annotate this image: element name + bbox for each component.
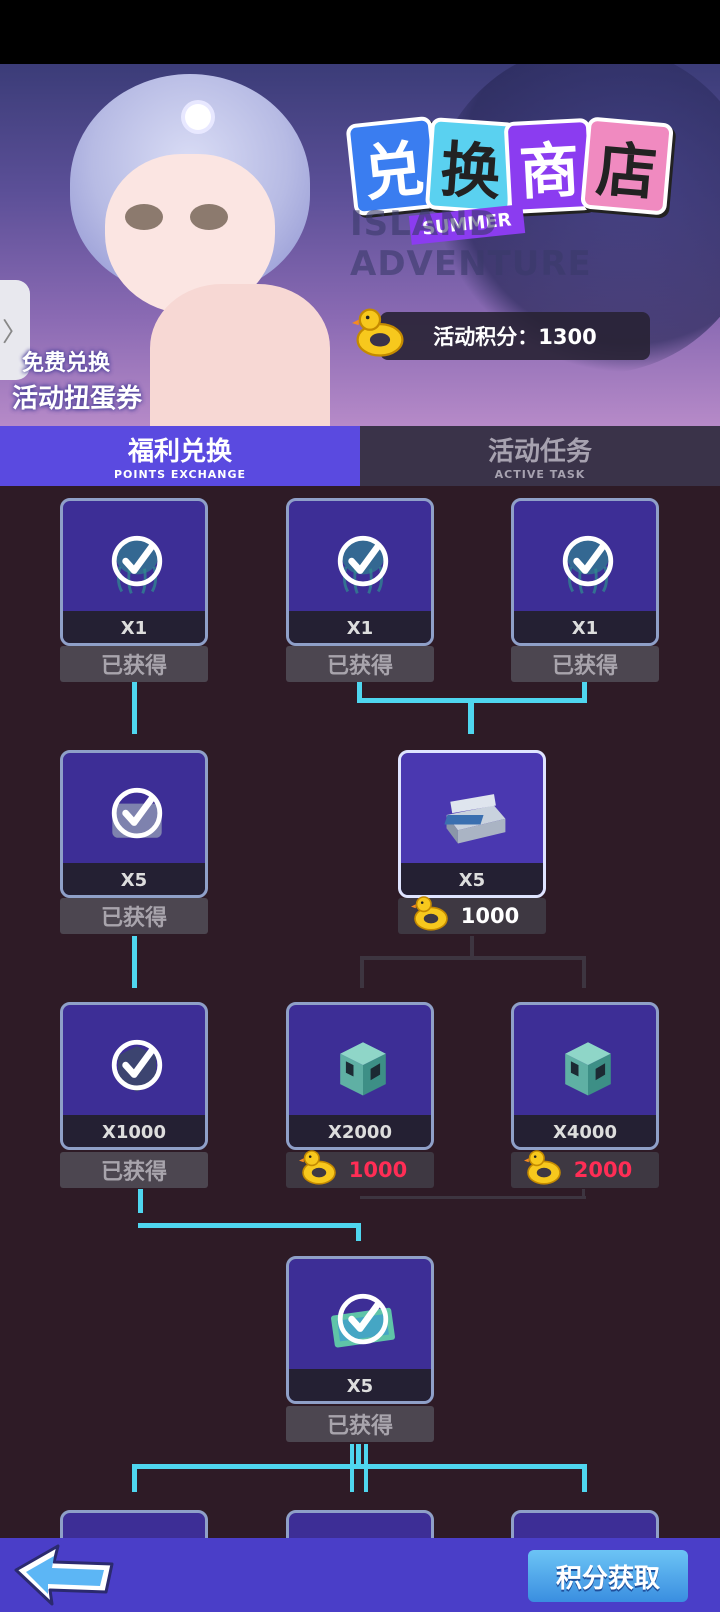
duck-ring-icon: [523, 1150, 561, 1185]
obtained-status: 已获得: [511, 646, 659, 682]
jellyfish-icon: [111, 535, 163, 594]
ticket-icon: [331, 1293, 395, 1348]
reward-card[interactable]: [286, 1510, 434, 1538]
reward-quantity: X1000: [102, 1122, 166, 1143]
points-display: 活动积分：1300: [380, 312, 650, 360]
reward-card[interactable]: X2000: [286, 1002, 434, 1150]
connector-line: [138, 1189, 143, 1213]
connector-line: [132, 936, 137, 988]
connector-line: [364, 1444, 368, 1492]
character-body: [150, 284, 330, 426]
reward-tree: X1 已获得 X1 已获得 X1 已获得 X5 已获得 X5 1000 X100…: [0, 486, 720, 1538]
tab-active-task[interactable]: 活动任务 ACTIVE TASK: [360, 426, 720, 486]
flower-icon: [185, 104, 211, 130]
reward-card[interactable]: X1: [286, 498, 434, 646]
chest-icon: [111, 787, 163, 839]
price-tag[interactable]: 1000: [398, 896, 546, 934]
reward-quantity: X1: [120, 618, 148, 639]
character-eye-left: [125, 204, 163, 230]
tab-bar: 福利兑换 POINTS EXCHANGE 活动任务 ACTIVE TASK: [0, 426, 720, 486]
obtained-status: 已获得: [60, 646, 208, 682]
back-arrow-icon[interactable]: [10, 1542, 120, 1608]
obtained-status: 已获得: [60, 1152, 208, 1188]
reward-card[interactable]: X4000: [511, 1002, 659, 1150]
event-banner: 〉 免费兑换 活动扭蛋券 兑 换 商 店 SUMMER ISLAND ADVEN…: [0, 64, 720, 426]
reward-quantity: X1: [346, 618, 374, 639]
price-tag[interactable]: 2000: [511, 1150, 659, 1188]
locked-connector-line: [582, 956, 586, 988]
price-value: 1000: [348, 1158, 408, 1182]
status-bar: [0, 0, 720, 64]
character-eye-right: [190, 204, 228, 230]
reward-card[interactable]: X1: [511, 498, 659, 646]
reward-quantity: X4000: [553, 1122, 617, 1143]
tab-points-exchange[interactable]: 福利兑换 POINTS EXCHANGE: [0, 426, 360, 486]
cube-icon: [565, 1042, 611, 1096]
tab-sublabel: ACTIVE TASK: [494, 468, 586, 481]
duck-ring-icon: [298, 1150, 336, 1185]
reward-card[interactable]: X5: [398, 750, 546, 898]
price-tag[interactable]: 1000: [286, 1150, 434, 1188]
duck-ring-icon: [410, 896, 448, 931]
connector-line: [356, 1223, 361, 1241]
connector-line: [582, 1464, 587, 1492]
jellyfish-icon: [562, 535, 614, 594]
reward-card[interactable]: X5: [60, 750, 208, 898]
reward-card[interactable]: [511, 1510, 659, 1538]
cube-icon: [340, 1042, 386, 1096]
connector-line: [468, 698, 474, 734]
connector-line: [350, 1444, 354, 1492]
reward-quantity: X5: [120, 870, 148, 891]
reward-quantity: X1: [571, 618, 599, 639]
points-label: 活动积分：1300: [433, 325, 597, 349]
locked-connector-line: [582, 1189, 585, 1199]
bottom-bar: 积分获取: [0, 1538, 720, 1612]
earn-points-button[interactable]: 积分获取: [528, 1550, 688, 1602]
tab-label: 福利兑换: [127, 437, 232, 467]
obtained-status: 已获得: [286, 646, 434, 682]
reward-quantity: X2000: [328, 1122, 392, 1143]
shop-title-char: 店: [580, 116, 674, 216]
tab-label: 活动任务: [487, 437, 592, 467]
connector-line: [138, 1223, 360, 1228]
free-exchange-label: 免费兑换: [22, 351, 111, 376]
reward-card[interactable]: X1: [60, 498, 208, 646]
connector-line: [132, 682, 137, 734]
locked-connector-line: [360, 956, 364, 988]
chest-icon: [444, 794, 506, 844]
adventure-text: ISLAND ADVENTURE: [350, 204, 592, 284]
locked-connector-line: [360, 1196, 586, 1199]
tab-sublabel: POINTS EXCHANGE: [113, 468, 247, 481]
reward-card[interactable]: X1000: [60, 1002, 208, 1150]
jellyfish-icon: [337, 535, 389, 594]
gacha-ticket-label: 活动扭蛋券: [12, 384, 143, 414]
reward-card[interactable]: X5: [286, 1256, 434, 1404]
cube-icon: [111, 1039, 163, 1092]
locked-connector-line: [360, 956, 586, 960]
duck-ring-icon: [352, 308, 404, 357]
reward-quantity: X5: [346, 1376, 374, 1397]
connector-line: [132, 1464, 587, 1469]
price-value: 2000: [573, 1158, 633, 1182]
reward-card[interactable]: [60, 1510, 208, 1538]
connector-line: [132, 1464, 137, 1492]
price-value: 1000: [460, 904, 520, 928]
obtained-status: 已获得: [286, 1406, 434, 1442]
obtained-status: 已获得: [60, 898, 208, 934]
reward-quantity: X5: [458, 870, 486, 891]
